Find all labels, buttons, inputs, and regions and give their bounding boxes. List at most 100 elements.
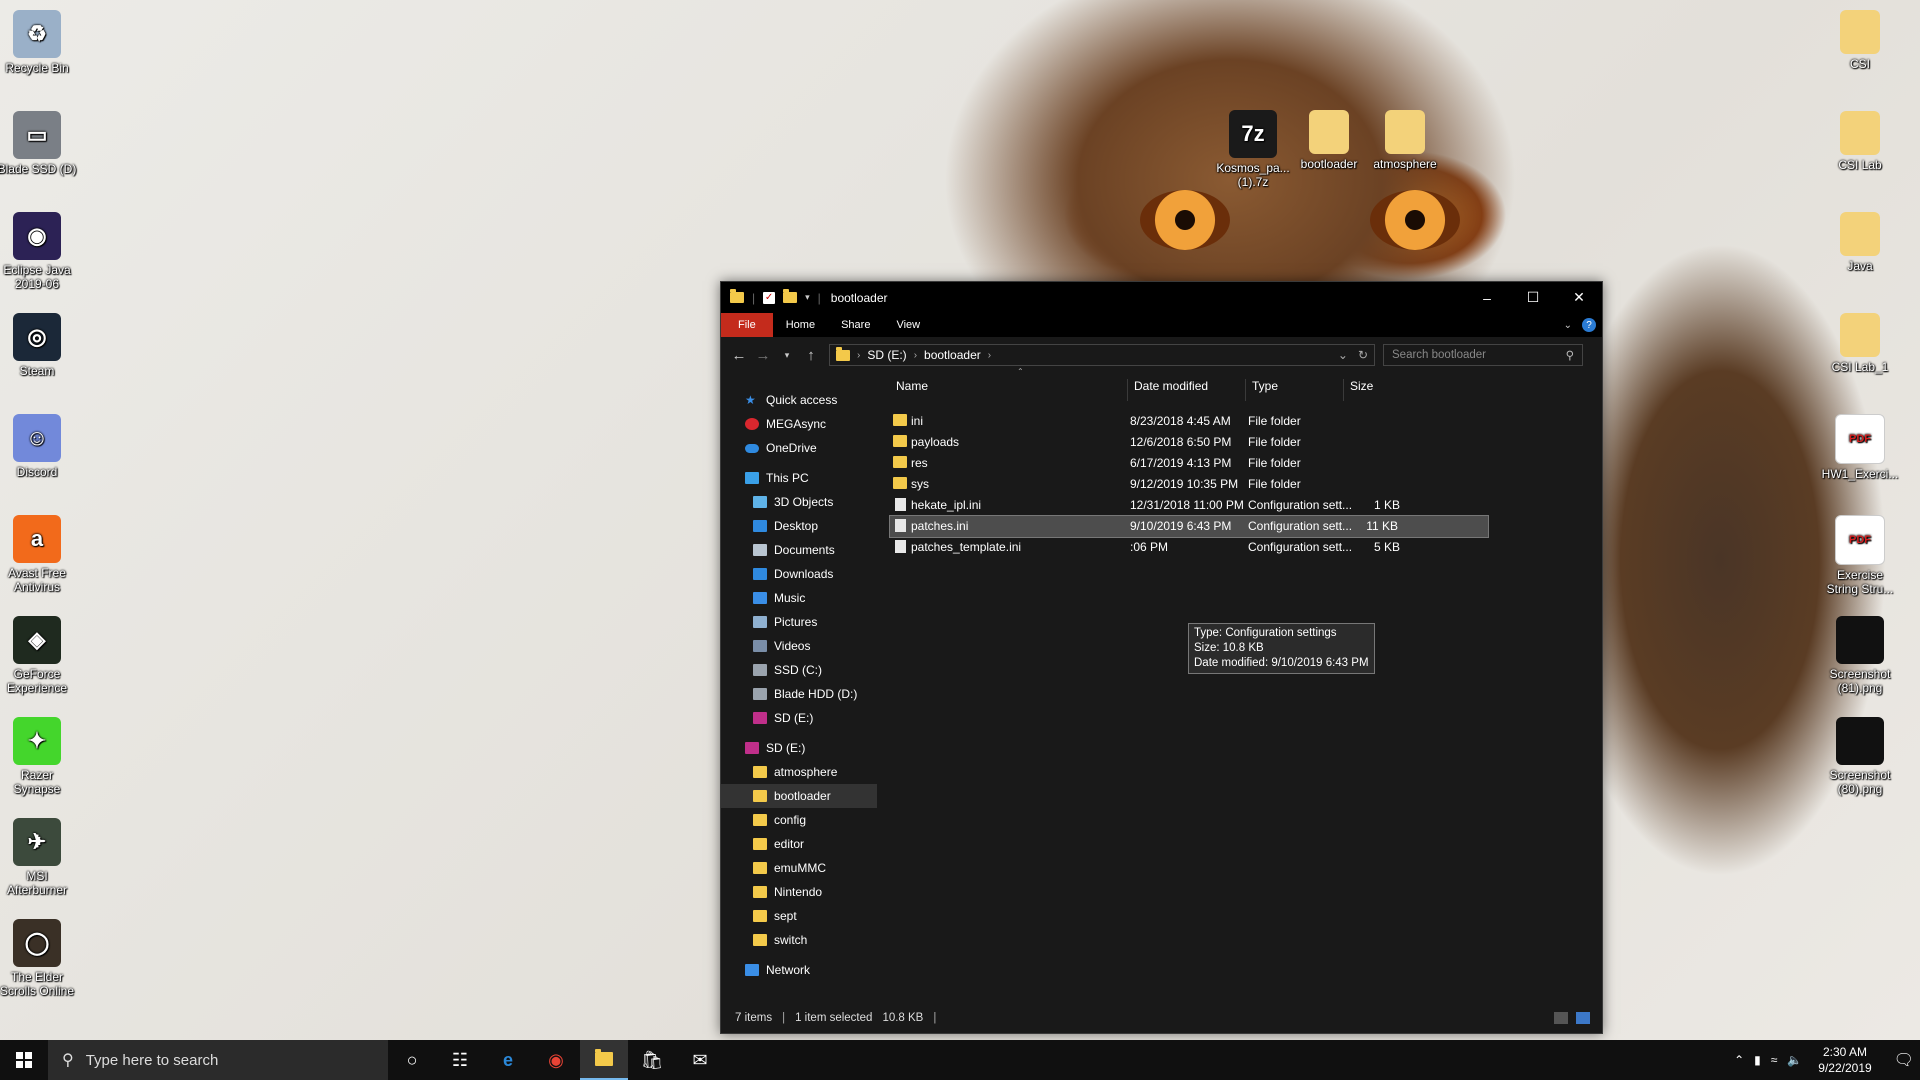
desktop-icon[interactable]: ✈ MSI Afterburner [0, 818, 77, 897]
refresh-icon[interactable]: ↻ [1358, 348, 1368, 362]
customize-toolbar-icon[interactable]: ▾ [805, 292, 810, 303]
recycle-bin-icon: ♻ [13, 10, 61, 58]
sidebar-item-pictures[interactable]: Pictures [721, 610, 877, 634]
sidebar-item-ssd-c[interactable]: SSD (C:) [721, 658, 877, 682]
column-type[interactable]: Type [1245, 379, 1344, 401]
desktop-icon[interactable]: a Avast Free Antivirus [0, 515, 77, 594]
sidebar-item-emummc[interactable]: emuMMC [721, 856, 877, 880]
breadcrumb-item-sd[interactable]: SD (E:) [867, 348, 906, 362]
sidebar-item-nintendo[interactable]: Nintendo [721, 880, 877, 904]
close-button[interactable]: ✕ [1556, 282, 1602, 313]
desktop-icon[interactable]: Java [1820, 212, 1900, 273]
sidebar-item-onedrive[interactable]: OneDrive [721, 436, 877, 460]
file-row[interactable]: sys 9/12/2019 10:35 PM File folder [890, 474, 1490, 495]
volume-icon[interactable]: 🔈 [1787, 1053, 1802, 1067]
action-center-icon[interactable]: 🗨 [1894, 1050, 1914, 1070]
mail-icon[interactable]: ✉ [676, 1040, 724, 1080]
column-date-modified[interactable]: Date modified [1127, 379, 1246, 401]
up-button[interactable]: ↑ [799, 347, 823, 364]
file-explorer-taskbar-icon[interactable] [580, 1040, 628, 1080]
tab-file[interactable]: File [721, 313, 773, 337]
desktop-icon[interactable]: CSI [1820, 10, 1900, 71]
file-name: ini [911, 414, 924, 428]
desktop-icon[interactable]: ◈ GeForce Experience [0, 616, 77, 695]
folder-icon [753, 790, 767, 802]
title-bar[interactable]: | ✓ ▾ | bootloader – ☐ ✕ [721, 282, 1602, 313]
task-view-icon[interactable]: ☷ [436, 1040, 484, 1080]
tab-share[interactable]: Share [828, 313, 883, 337]
sidebar-item-desktop[interactable]: Desktop [721, 514, 877, 538]
sidebar-item-network[interactable]: Network [721, 958, 877, 982]
edge-icon[interactable]: e [484, 1040, 532, 1080]
sidebar-item-music[interactable]: Music [721, 586, 877, 610]
file-row[interactable]: patches.ini 9/10/2019 6:43 PM Configuratio… [889, 515, 1489, 538]
help-icon[interactable]: ? [1582, 318, 1596, 332]
sidebar-item-videos[interactable]: Videos [721, 634, 877, 658]
file-row[interactable]: hekate_ipl.ini 12/31/2018 11:00 PM Configu… [890, 495, 1490, 516]
file-row[interactable]: ini 8/23/2018 4:45 AM File folder [890, 411, 1490, 432]
large-icons-view-icon[interactable] [1576, 1012, 1590, 1024]
minimize-button[interactable]: – [1464, 282, 1510, 313]
properties-icon[interactable]: ✓ [763, 291, 776, 304]
sidebar-item-quick-access[interactable]: ★ Quick access [721, 388, 877, 412]
sidebar-item-megasync[interactable]: MEGAsync [721, 412, 877, 436]
cortana-icon[interactable]: ○ [388, 1040, 436, 1080]
sidebar-item-blade-hdd-d[interactable]: Blade HDD (D:) [721, 682, 877, 706]
desktop-icon[interactable]: 7z Kosmos_pa... (1).7z [1213, 110, 1293, 189]
start-button[interactable] [0, 1040, 48, 1080]
chrome-icon[interactable]: ◉ [532, 1040, 580, 1080]
sidebar-item-this-pc[interactable]: This PC [721, 466, 877, 490]
wifi-icon[interactable]: ≈ [1771, 1053, 1778, 1067]
desktop-icon[interactable]: Screenshot (80).png [1820, 717, 1900, 796]
desktop-icon[interactable]: Screenshot (81).png [1820, 616, 1900, 695]
show-hidden-icons-icon[interactable]: ⌃ [1734, 1053, 1744, 1067]
sidebar-item-editor[interactable]: editor [721, 832, 877, 856]
sidebar-item-sd-e[interactable]: SD (E:) [721, 736, 877, 760]
store-icon[interactable]: 🛍 [628, 1040, 676, 1080]
forward-button[interactable]: → [751, 347, 775, 364]
desktop-icon[interactable]: ◉ Eclipse Java 2019-06 [0, 212, 77, 291]
desktop-icon[interactable]: ♻ Recycle Bin [0, 10, 77, 75]
desktop-icon[interactable]: ☺ Discord [0, 414, 77, 479]
desktop-icon[interactable]: PDF HW1_Exerci... [1820, 414, 1900, 481]
desktop-icon[interactable]: CSI Lab_1 [1820, 313, 1900, 374]
maximize-button[interactable]: ☐ [1510, 282, 1556, 313]
desktop-icon[interactable]: ◎ Steam [0, 313, 77, 378]
address-dropdown-icon[interactable]: ⌄ [1338, 348, 1348, 362]
desktop-icon[interactable]: atmosphere [1365, 110, 1445, 171]
sidebar-item-3d-objects[interactable]: 3D Objects [721, 490, 877, 514]
expand-ribbon-icon[interactable]: ⌄ [1564, 320, 1572, 331]
clock[interactable]: 2:30 AM 9/22/2019 [1818, 1044, 1871, 1076]
sidebar-item-config[interactable]: config [721, 808, 877, 832]
desktop-icon[interactable]: ▭ Blade SSD (D) [0, 111, 77, 176]
cube-icon [753, 496, 767, 508]
desktop-icon[interactable]: bootloader [1289, 110, 1369, 171]
desktop-icon[interactable]: CSI Lab [1820, 111, 1900, 172]
desktop-icon[interactable]: PDF Exercise String Stru... [1820, 515, 1900, 596]
desktop-icon[interactable]: ◯ The Elder Scrolls Online [0, 919, 77, 998]
address-bar[interactable]: › SD (E:) › bootloader › ⌄ ↻ [829, 344, 1375, 366]
back-button[interactable]: ← [727, 347, 751, 364]
search-input[interactable]: Search bootloader ⚲ [1383, 344, 1583, 366]
taskbar-search-box[interactable]: ⚲ Type here to search [48, 1040, 388, 1080]
sidebar-item-bootloader[interactable]: bootloader [721, 784, 877, 808]
sidebar-item-downloads[interactable]: Downloads [721, 562, 877, 586]
recent-locations-button[interactable]: ▾ [775, 350, 799, 361]
sidebar-item-switch[interactable]: switch [721, 928, 877, 952]
sidebar-item-atmosphere[interactable]: atmosphere [721, 760, 877, 784]
battery-icon[interactable]: ▮ [1754, 1053, 1761, 1067]
details-view-icon[interactable] [1554, 1012, 1568, 1024]
file-row[interactable]: patches_template.ini:06 PM Configuration … [890, 537, 1490, 558]
tab-view[interactable]: View [883, 313, 933, 337]
new-folder-icon[interactable] [783, 289, 798, 303]
breadcrumb-item-bootloader[interactable]: bootloader [924, 348, 981, 362]
desktop-icon[interactable]: ✦ Razer Synapse [0, 717, 77, 796]
sidebar-item-documents[interactable]: Documents [721, 538, 877, 562]
sidebar-item-sd-e[interactable]: SD (E:) [721, 706, 877, 730]
file-row[interactable]: res 6/17/2019 4:13 PM File folder [890, 453, 1490, 474]
sidebar-item-sept[interactable]: sept [721, 904, 877, 928]
tab-home[interactable]: Home [773, 313, 828, 337]
file-row[interactable]: payloads 12/6/2018 6:50 PM File folder [890, 432, 1490, 453]
column-name[interactable]: Name [890, 379, 928, 401]
column-size[interactable]: Size [1343, 379, 1408, 401]
